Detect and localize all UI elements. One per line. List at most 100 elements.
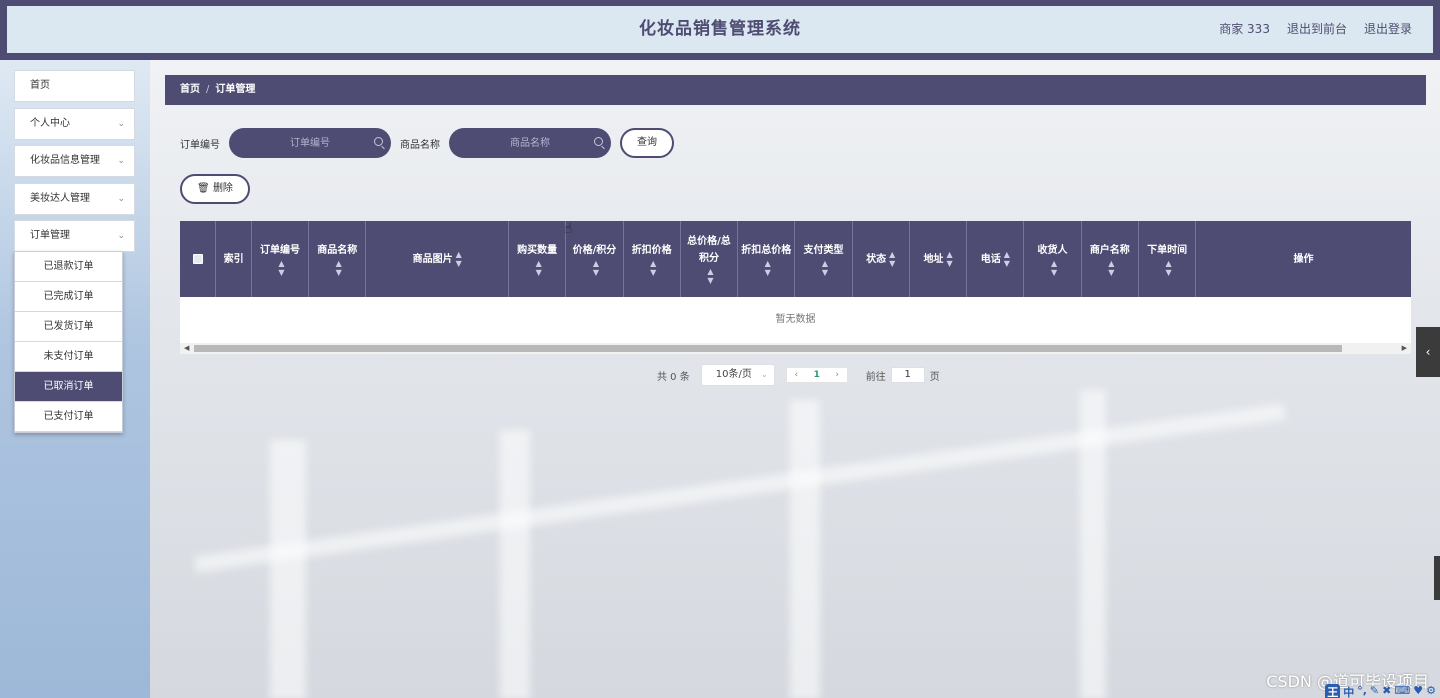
orders-table: 索引 订单编号 ▲ ▼ 商品名称 ▲ ▼ 商品图片 ▲ ▼ 购买数量 ▲ ▼ 价格/积分 ▲ ▼ 折…	[180, 221, 1411, 354]
column-header: 操作	[1293, 253, 1314, 265]
column-header[interactable]: 下单时间 ▲ ▼	[1139, 221, 1197, 297]
query-button[interactable]: 查询	[620, 128, 674, 158]
prev-page-icon[interactable]: ‹	[794, 370, 798, 380]
back-to-front-link[interactable]: 退出到前台	[1287, 6, 1347, 53]
background-decoration	[790, 400, 820, 698]
sort-icon[interactable]: ▲ ▼	[650, 259, 656, 277]
top-links: 商家 333 退出到前台 退出登录	[1219, 6, 1412, 53]
page-suffix: 页	[929, 371, 940, 383]
column-header[interactable]: 折扣价格 ▲ ▼	[624, 221, 681, 297]
collapse-panel-tab[interactable]: ‹	[1416, 327, 1440, 377]
sidebar-item-label: 订单管理	[30, 230, 70, 241]
product-name-label: 商品名称	[400, 139, 440, 151]
side-handle[interactable]	[1434, 556, 1440, 600]
sort-icon[interactable]: ▲ ▼	[456, 250, 462, 268]
total-count: 共 0 条	[657, 371, 690, 383]
ime-logo-icon: 王	[1325, 684, 1341, 698]
column-header[interactable]: 商品图片 ▲ ▼	[366, 221, 510, 297]
sort-icon[interactable]: ▲ ▼	[1004, 250, 1010, 268]
top-bar-inner: 化妆品销售管理系统 商家 333 退出到前台 退出登录	[7, 6, 1433, 53]
column-header[interactable]: 支付类型 ▲ ▼	[795, 221, 853, 297]
select-all-checkbox[interactable]	[192, 254, 203, 264]
submenu-item-unpaid[interactable]: 未支付订单	[15, 342, 122, 372]
product-name-search	[449, 128, 611, 158]
sort-icon[interactable]: ▲ ▼	[889, 250, 895, 268]
sidebar-item-orders[interactable]: 订单管理 ⌄	[14, 220, 135, 252]
breadcrumb-home[interactable]: 首页	[180, 84, 200, 95]
keyboard-icon[interactable]: ⌨	[1394, 684, 1410, 698]
sort-icon[interactable]: ▲ ▼	[1108, 259, 1114, 277]
chevron-down-icon: ⌄	[117, 119, 125, 129]
sidebar-item-home[interactable]: 首页	[14, 70, 135, 102]
sort-icon[interactable]: ▲ ▼	[593, 259, 599, 277]
background-decoration	[500, 430, 530, 698]
goto-page-input[interactable]: 1	[890, 367, 925, 383]
background-decoration	[194, 403, 1286, 573]
sort-icon[interactable]: ▲ ▼	[822, 259, 828, 277]
sort-icon[interactable]: ▲ ▼	[946, 250, 952, 268]
chevron-down-icon: ⌄	[117, 194, 125, 204]
column-header[interactable]: 购买数量 ▲ ▼	[509, 221, 567, 297]
product-name-input[interactable]	[449, 128, 611, 158]
punctuation-icon[interactable]: °,	[1357, 684, 1367, 698]
breadcrumb: 首页 / 订单管理	[165, 75, 1426, 105]
current-page[interactable]: 1	[814, 370, 820, 380]
main-content: 首页/订单管理 订单编号 商品名称 查询 🗑 删除 索引 订单编号▲▼ 商品名称…	[150, 60, 1440, 698]
submenu-item-paid[interactable]: 已支付订单	[15, 402, 122, 432]
column-header[interactable]: 价格/积分 ▲ ▼	[566, 221, 624, 297]
submenu-item-completed[interactable]: 已完成订单	[15, 282, 122, 312]
page-size-select[interactable]: 10条/页 ⌄	[700, 364, 775, 386]
sidebar-item-label: 首页	[30, 80, 50, 91]
sidebar-item-label: 个人中心	[30, 118, 70, 129]
scroll-right-icon[interactable]: ▶	[1402, 343, 1407, 354]
order-no-input[interactable]	[229, 128, 391, 158]
sort-icon[interactable]: ▲ ▼	[765, 259, 771, 277]
column-header[interactable]: 商品名称 ▲ ▼	[309, 221, 367, 297]
column-header[interactable]: 订单编号 ▲ ▼	[252, 221, 310, 297]
chevron-left-icon: ‹	[1425, 345, 1431, 359]
logout-link[interactable]: 退出登录	[1364, 6, 1412, 53]
tools-icon[interactable]: ✖	[1382, 684, 1391, 698]
sidebar-item-beauty-expert[interactable]: 美妆达人管理 ⌄	[14, 183, 135, 215]
submenu-item-cancelled[interactable]: 已取消订单	[15, 372, 122, 402]
scrollbar-thumb[interactable]	[194, 345, 1342, 352]
sidebar-item-label: 化妆品信息管理	[30, 155, 100, 166]
delete-button-label: 删除	[212, 183, 233, 194]
search-icon	[594, 137, 603, 146]
table-header: 索引 订单编号 ▲ ▼ 商品名称 ▲ ▼ 商品图片 ▲ ▼ 购买数量 ▲ ▼ 价格/积分 ▲ ▼ 折…	[180, 221, 1411, 297]
hand-cursor-icon: ☝	[564, 221, 573, 237]
sort-icon[interactable]: ▲ ▼	[1051, 259, 1057, 277]
ime-toolbar[interactable]: 王 中 °, ✎ ✖ ⌨ ♥ ⚙	[1325, 684, 1436, 698]
column-header[interactable]: 折扣总价格 ▲ ▼	[738, 221, 796, 297]
chevron-down-icon: ⌄	[117, 156, 125, 166]
goto-label: 前往	[865, 371, 886, 383]
column-header[interactable]: 状态 ▲ ▼	[853, 221, 910, 297]
column-header[interactable]: 总价格/总积分 ▲ ▼	[681, 221, 739, 297]
sort-icon[interactable]: ▲ ▼	[707, 267, 713, 285]
pen-icon[interactable]: ✎	[1370, 684, 1379, 698]
sidebar-item-personal-center[interactable]: 个人中心 ⌄	[14, 108, 135, 140]
submenu-item-refunded[interactable]: 已退款订单	[15, 252, 122, 282]
submenu-item-shipped[interactable]: 已发货订单	[15, 312, 122, 342]
next-page-icon[interactable]: ›	[835, 370, 839, 380]
sort-icon[interactable]: ▲ ▼	[1166, 259, 1172, 277]
sort-icon[interactable]: ▲ ▼	[536, 259, 542, 277]
horizontal-scrollbar[interactable]: ◀ ▶	[180, 343, 1411, 354]
sidebar-item-cosmetics-info[interactable]: 化妆品信息管理 ⌄	[14, 145, 135, 177]
delete-button[interactable]: 🗑 删除	[180, 174, 250, 204]
skin-icon[interactable]: ♥	[1413, 684, 1423, 698]
gear-icon[interactable]: ⚙	[1426, 684, 1436, 698]
top-bar: 化妆品销售管理系统 商家 333 退出到前台 退出登录	[0, 0, 1440, 60]
column-header[interactable]: 收货人 ▲ ▼	[1024, 221, 1082, 297]
user-label: 商家 333	[1219, 22, 1270, 36]
trash-icon: 🗑	[197, 183, 210, 194]
column-header[interactable]: 电话 ▲ ▼	[967, 221, 1025, 297]
order-no-label: 订单编号	[180, 139, 220, 151]
ime-mode[interactable]: 中	[1343, 684, 1354, 698]
scroll-left-icon[interactable]: ◀	[184, 343, 189, 354]
sidebar-item-label: 美妆达人管理	[30, 193, 90, 204]
sort-icon[interactable]: ▲ ▼	[336, 259, 342, 277]
column-header[interactable]: 商户名称 ▲ ▼	[1082, 221, 1139, 297]
sort-icon[interactable]: ▲ ▼	[278, 259, 284, 277]
column-header[interactable]: 地址 ▲ ▼	[910, 221, 968, 297]
